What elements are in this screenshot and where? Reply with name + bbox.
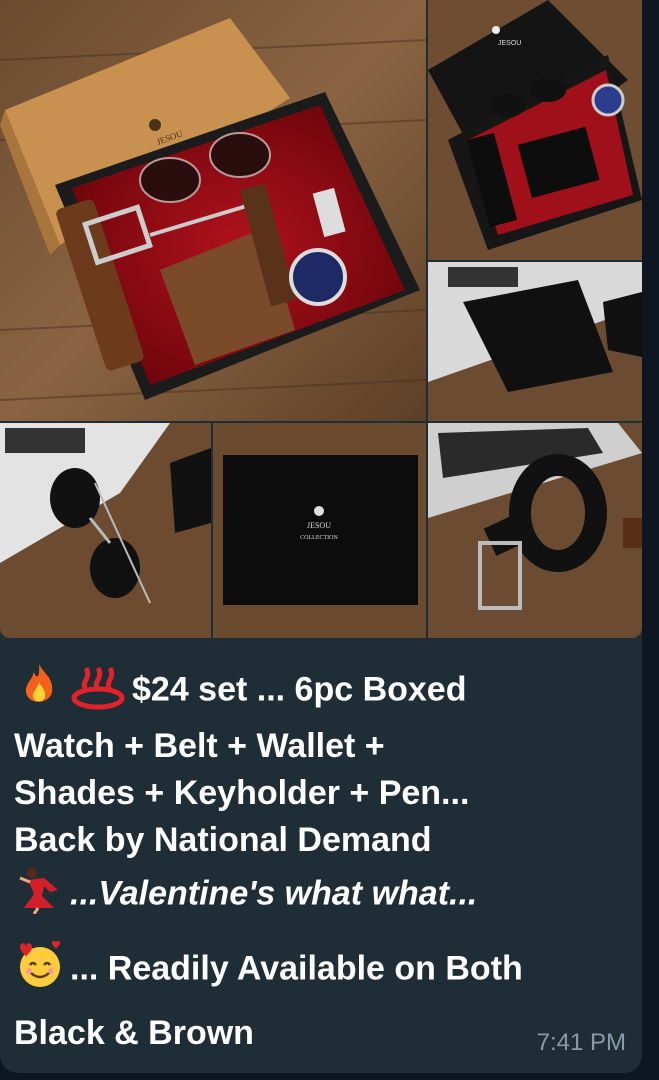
- message-timestamp: 7:41 PM: [536, 1029, 626, 1056]
- hot-springs-icon: [70, 660, 126, 723]
- photo-black-belt[interactable]: [428, 423, 642, 638]
- brand-collection-text: COLLECTION: [300, 535, 338, 541]
- photo-black-gift-box[interactable]: JESOU: [428, 0, 642, 260]
- photo-sunglasses[interactable]: [0, 423, 211, 638]
- photo-brown-gift-box[interactable]: JESOU: [0, 0, 426, 421]
- brand-logo-text-3: JESOU: [307, 521, 331, 530]
- line-1: $24 set ... 6pc Boxed: [132, 670, 467, 709]
- message-text: $24 set ... 6pc Boxed Watch + Belt + Wal…: [14, 660, 634, 1057]
- brand-logo-text-2: JESOU: [498, 40, 521, 47]
- line-6: ... Readily Available on Both: [70, 949, 523, 988]
- line-3: Shades + Keyholder + Pen...: [14, 774, 470, 812]
- photo-gallery[interactable]: JESOU JESOU JESOU COLLECTION: [0, 0, 642, 638]
- brand-logo-icon: [149, 119, 161, 131]
- dancer-icon: [14, 864, 64, 927]
- line-5: ...Valentine's what what...: [70, 874, 478, 913]
- photo-closed-box[interactable]: JESOU COLLECTION: [213, 423, 426, 638]
- smiling-face-with-hearts-icon: [14, 939, 64, 1002]
- message-bubble: JESOU JESOU JESOU COLLECTION $24 set ...…: [0, 0, 642, 1073]
- photo-black-wallet[interactable]: [428, 262, 642, 421]
- line-4: Back by National Demand: [14, 821, 432, 859]
- fire-icon: [14, 660, 64, 723]
- line-2: Watch + Belt + Wallet +: [14, 727, 385, 765]
